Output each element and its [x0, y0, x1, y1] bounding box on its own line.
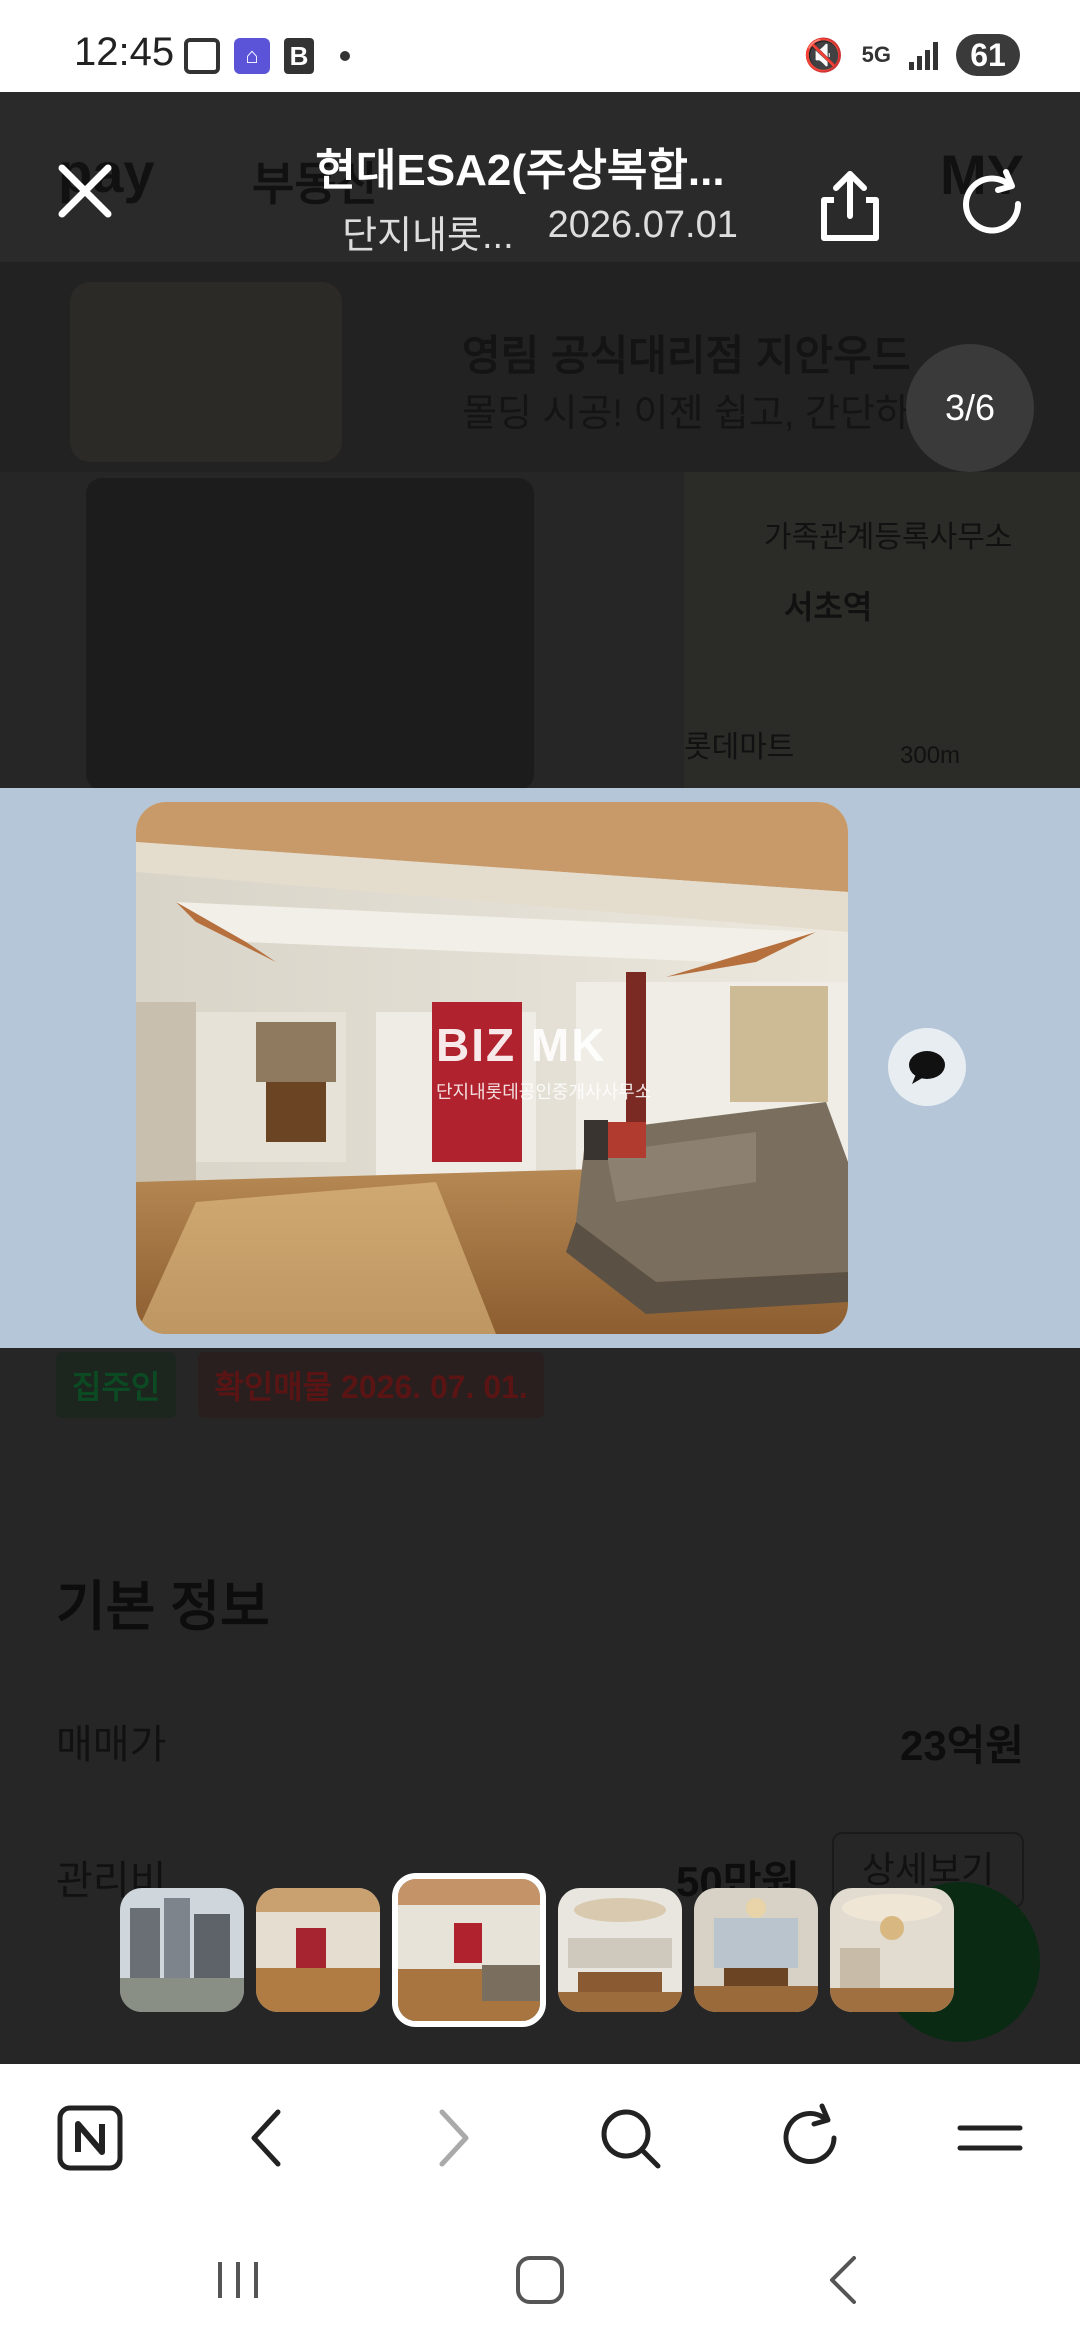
price-value: 23억원 [900, 1722, 1024, 1769]
naver-home-icon [57, 2105, 123, 2171]
b-app-icon: B [284, 38, 314, 74]
map-scale: 300m [900, 742, 961, 769]
thumb-building[interactable] [120, 1888, 244, 2012]
home-app-icon: ⌂ [234, 38, 270, 74]
share-icon [821, 171, 879, 241]
home-button[interactable] [510, 2250, 570, 2310]
reload-icon [783, 2103, 837, 2164]
comment-bubble-button[interactable] [888, 1028, 966, 1106]
search-button[interactable] [594, 2102, 666, 2174]
screenshot-icon [184, 38, 220, 74]
backdrop-photo [86, 478, 534, 790]
thumbnail-strip [120, 1873, 954, 2027]
menu-button[interactable] [954, 2102, 1026, 2174]
share-button[interactable] [808, 164, 892, 248]
thumb-living-room-1-image [256, 1888, 380, 2012]
main-photo[interactable]: BIZ MK 단지내롯데공인중개사사무소 [136, 802, 848, 1334]
thumb-hall-image [830, 1888, 954, 2012]
close-icon [58, 164, 112, 218]
menu-icon [957, 2125, 1023, 2151]
thumb-dining-image [694, 1888, 818, 2012]
status-bar: 12:45 ⌂ B 🔇 5G 61 [0, 0, 1080, 92]
close-button[interactable] [40, 146, 130, 236]
listing-subtitle: 단지내롯... 2026.07.01 [300, 204, 780, 259]
listing-title: 현대ESA2(주상복합... [315, 146, 725, 195]
ad-subtitle: 몰딩 시공! 이젠 쉽고, 간단하게 [462, 393, 945, 435]
photo-counter: 3/6 [906, 344, 1034, 472]
back-button[interactable] [232, 2102, 304, 2174]
rotate-button[interactable] [952, 164, 1036, 248]
agency-name: 단지내롯... [342, 215, 514, 257]
thumb-dining[interactable] [694, 1888, 818, 2012]
thumb-kitchen-image [558, 1888, 682, 2012]
ad-thumbnail [70, 282, 342, 462]
thumb-living-room-1[interactable] [256, 1888, 380, 2012]
naver-home-button[interactable] [54, 2102, 126, 2174]
system-back-icon [830, 2256, 856, 2304]
system-navigation-bar [0, 2212, 1080, 2340]
map-label: 서초역 [784, 589, 873, 625]
confirmed-listing-tag: 확인매물 2026. 07. 01. [198, 1352, 544, 1418]
photo-viewer-header: 현대ESA2(주상복합... 단지내롯... 2026.07.01 [0, 92, 1080, 262]
recent-apps-icon [218, 2262, 258, 2298]
mute-icon: 🔇 [803, 37, 844, 73]
section-title: 기본 정보 [56, 1577, 270, 1637]
browser-toolbar [0, 2064, 1080, 2212]
system-back-button[interactable] [814, 2250, 874, 2310]
watermark-logo: BIZ MK [436, 1019, 607, 1071]
signal-icon [909, 40, 938, 70]
reload-button[interactable] [774, 2102, 846, 2174]
rotate-icon [963, 169, 1022, 234]
more-notifications-icon [340, 51, 350, 61]
home-icon [516, 2256, 564, 2304]
back-arrow-icon [251, 2109, 281, 2167]
thumb-living-room-2-image [398, 1879, 540, 2021]
status-time: 12:45 [74, 30, 175, 74]
thumb-living-room-2[interactable] [392, 1873, 546, 2027]
map-label: 가족관계등록사무소 [764, 521, 1013, 554]
network-5g-icon: 5G [861, 42, 891, 67]
watermark-agency: 단지내롯데공인중개사사무소 [436, 1082, 652, 1102]
listing-date: 2026.07.01 [547, 204, 738, 246]
thumb-hall[interactable] [830, 1888, 954, 2012]
recent-apps-button[interactable] [208, 2250, 268, 2310]
photo-band: BIZ MK 단지내롯데공인중개사사무소 [0, 788, 1080, 1348]
backdrop-map: 가족관계등록사무소 서초역 롯데마트 300m [684, 472, 1080, 792]
ad-title: 영림 공식대리점 지안우드 [462, 332, 911, 379]
forward-button[interactable] [416, 2102, 488, 2174]
price-label: 매매가 [56, 1723, 167, 1767]
search-icon [601, 2109, 661, 2169]
forward-arrow-icon [439, 2109, 469, 2167]
map-label: 롯데마트 [684, 731, 795, 764]
chat-bubble-icon [909, 1051, 945, 1084]
thumb-building-image [120, 1888, 244, 2012]
battery-indicator: 61 [956, 34, 1020, 76]
thumb-kitchen[interactable] [558, 1888, 682, 2012]
owner-tag: 집주인 [56, 1352, 177, 1418]
